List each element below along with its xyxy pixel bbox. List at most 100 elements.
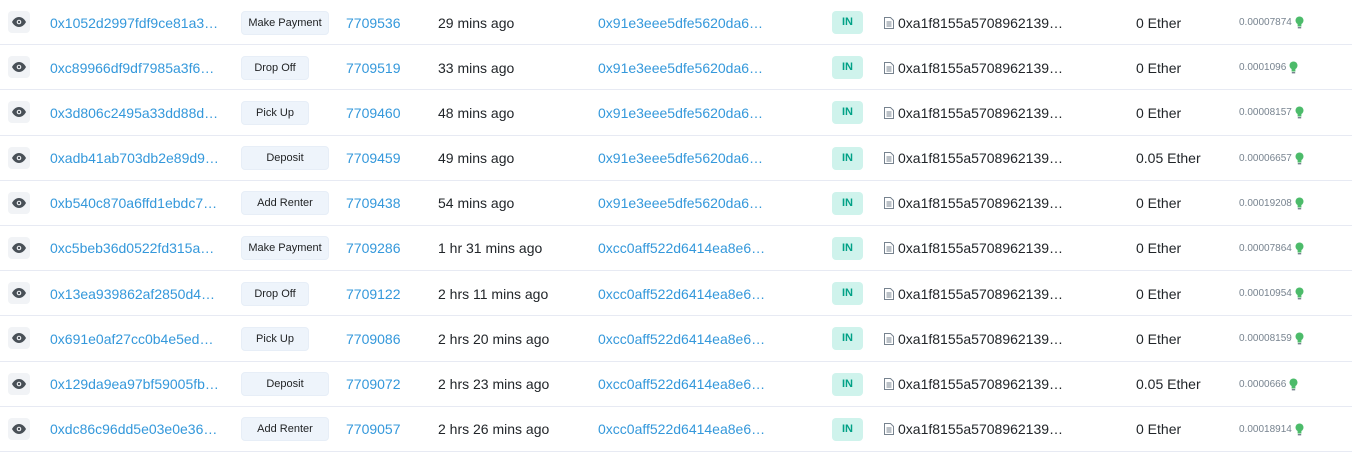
direction-badge: IN — [832, 56, 863, 80]
method-cell: Add Renter — [241, 407, 329, 452]
to-address-text[interactable]: 0xa1f8155a5708962139… — [898, 331, 1063, 347]
age-text: 33 mins ago — [438, 59, 515, 76]
table-row: 0xdc86c96dd5e03e0e36… Add Renter 7709057… — [0, 407, 1352, 452]
to-address-cell: 0xa1f8155a5708962139… — [884, 181, 1063, 226]
view-details-button[interactable] — [8, 372, 30, 395]
to-address-text[interactable]: 0xa1f8155a5708962139… — [898, 60, 1063, 76]
txn-hash-link[interactable]: 0x13ea939862af2850d4… — [50, 271, 215, 316]
age-text: 54 mins ago — [438, 195, 515, 212]
txn-hash-link[interactable]: 0xadb41ab703db2e89d9… — [50, 136, 219, 181]
document-icon — [884, 378, 894, 390]
to-address-text[interactable]: 0xa1f8155a5708962139… — [898, 150, 1063, 166]
to-address-text[interactable]: 0xa1f8155a5708962139… — [898, 286, 1063, 302]
from-address-link[interactable]: 0x91e3eee5dfe5620da6… — [598, 0, 763, 45]
method-badge: Add Renter — [241, 417, 329, 442]
lightbulb-icon[interactable] — [1295, 423, 1304, 436]
txn-hash-link[interactable]: 0xc5beb36d0522fd315a… — [50, 226, 214, 271]
view-details-button[interactable] — [8, 191, 30, 214]
eye-icon — [12, 378, 26, 389]
txn-fee-cell: 0.00008159 — [1239, 316, 1304, 361]
lightbulb-icon[interactable] — [1289, 61, 1298, 74]
block-link[interactable]: 7709460 — [346, 90, 401, 135]
block-link[interactable]: 7709057 — [346, 407, 401, 452]
eye-icon — [12, 17, 26, 27]
method-cell: Make Payment — [241, 0, 329, 45]
table-row: 0x3d806c2495a33dd88d… Pick Up 7709460 48… — [0, 90, 1352, 136]
view-details-button[interactable] — [8, 327, 30, 350]
document-icon — [884, 16, 894, 29]
txn-hash-link[interactable]: 0x3d806c2495a33dd88d… — [50, 90, 218, 135]
view-details-button[interactable] — [8, 101, 30, 124]
lightbulb-icon[interactable] — [1295, 287, 1304, 300]
table-row: 0x691e0af27cc0b4e5ed… Pick Up 7709086 2 … — [0, 316, 1352, 362]
view-details-button[interactable] — [8, 417, 30, 440]
age-text: 1 hr 31 mins ago — [438, 240, 543, 257]
block-link[interactable]: 7709286 — [346, 226, 401, 271]
from-address-link[interactable]: 0xcc0aff522d6414ea8e6… — [598, 362, 765, 407]
transactions-table: 0x1052d2997fdf9ce81a3… Make Payment 7709… — [0, 0, 1352, 452]
txn-hash-link[interactable]: 0xb540c870a6ffd1ebdc7… — [50, 181, 217, 226]
table-row: 0xc89966df9df7985a3f6… Drop Off 7709519 … — [0, 45, 1352, 91]
txn-fee-cell: 0.00008157 — [1239, 90, 1304, 135]
age-text: 2 hrs 23 mins ago — [438, 376, 550, 392]
block-link[interactable]: 7709072 — [346, 362, 401, 407]
lightbulb-icon[interactable] — [1295, 197, 1304, 210]
from-address-link[interactable]: 0xcc0aff522d6414ea8e6… — [598, 316, 765, 361]
value-text: 0.05 Ether — [1136, 376, 1201, 392]
from-address-link[interactable]: 0xcc0aff522d6414ea8e6… — [598, 271, 765, 316]
method-cell: Pick Up — [241, 90, 309, 135]
from-address-link[interactable]: 0x91e3eee5dfe5620da6… — [598, 45, 763, 90]
lightbulb-icon[interactable] — [1295, 242, 1304, 255]
txn-fee-text: 0.0001096 — [1239, 62, 1287, 74]
value-text: 0 Ether — [1136, 59, 1182, 76]
from-address-link[interactable]: 0x91e3eee5dfe5620da6… — [598, 136, 763, 181]
to-address-text[interactable]: 0xa1f8155a5708962139… — [898, 421, 1063, 437]
txn-hash-link[interactable]: 0x129da9ea97bf59005fb… — [50, 362, 219, 407]
view-details-button[interactable] — [8, 56, 30, 79]
view-details-button[interactable] — [8, 236, 30, 259]
block-link[interactable]: 7709438 — [346, 181, 401, 226]
block-link[interactable]: 7709086 — [346, 316, 401, 361]
lightbulb-icon[interactable] — [1295, 16, 1304, 29]
direction-badge: IN — [832, 372, 863, 396]
view-details-button[interactable] — [8, 11, 30, 33]
to-address-text[interactable]: 0xa1f8155a5708962139… — [898, 240, 1063, 256]
method-badge: Pick Up — [241, 326, 309, 351]
from-address-link[interactable]: 0xcc0aff522d6414ea8e6… — [598, 407, 765, 452]
txn-hash-link[interactable]: 0xc89966df9df7985a3f6… — [50, 45, 214, 90]
block-link[interactable]: 7709122 — [346, 271, 401, 316]
eye-icon — [12, 242, 26, 253]
from-address-link[interactable]: 0xcc0aff522d6414ea8e6… — [598, 226, 765, 271]
method-cell: Pick Up — [241, 316, 309, 361]
txn-fee-text: 0.00018914 — [1239, 423, 1292, 435]
block-link[interactable]: 7709459 — [346, 136, 401, 181]
to-address-text[interactable]: 0xa1f8155a5708962139… — [898, 376, 1063, 392]
direction-cell: IN — [832, 0, 863, 45]
txn-hash-link[interactable]: 0xdc86c96dd5e03e0e36… — [50, 407, 217, 452]
to-address-text[interactable]: 0xa1f8155a5708962139… — [898, 15, 1063, 31]
document-icon — [884, 423, 894, 436]
from-address-link[interactable]: 0x91e3eee5dfe5620da6… — [598, 181, 763, 226]
to-address-cell: 0xa1f8155a5708962139… — [884, 316, 1063, 361]
txn-hash-link[interactable]: 0x1052d2997fdf9ce81a3… — [50, 0, 218, 45]
document-icon — [884, 152, 894, 165]
to-address-text[interactable]: 0xa1f8155a5708962139… — [898, 105, 1063, 121]
lightbulb-icon[interactable] — [1289, 378, 1298, 391]
direction-badge: IN — [832, 282, 863, 306]
block-link[interactable]: 7709536 — [346, 0, 401, 45]
lightbulb-icon[interactable] — [1295, 332, 1304, 345]
direction-badge: IN — [832, 191, 863, 215]
document-icon — [884, 61, 894, 74]
view-details-button[interactable] — [8, 282, 30, 305]
method-badge: Drop Off — [241, 281, 309, 306]
from-address-link[interactable]: 0x91e3eee5dfe5620da6… — [598, 90, 763, 135]
eye-icon — [12, 107, 26, 118]
to-address-text[interactable]: 0xa1f8155a5708962139… — [898, 195, 1063, 211]
table-row: 0x13ea939862af2850d4… Drop Off 7709122 2… — [0, 271, 1352, 317]
lightbulb-icon[interactable] — [1295, 152, 1304, 165]
lightbulb-icon[interactable] — [1295, 106, 1304, 119]
to-address-cell: 0xa1f8155a5708962139… — [884, 362, 1063, 407]
block-link[interactable]: 7709519 — [346, 45, 401, 90]
txn-hash-link[interactable]: 0x691e0af27cc0b4e5ed… — [50, 316, 213, 361]
view-details-button[interactable] — [8, 146, 30, 169]
